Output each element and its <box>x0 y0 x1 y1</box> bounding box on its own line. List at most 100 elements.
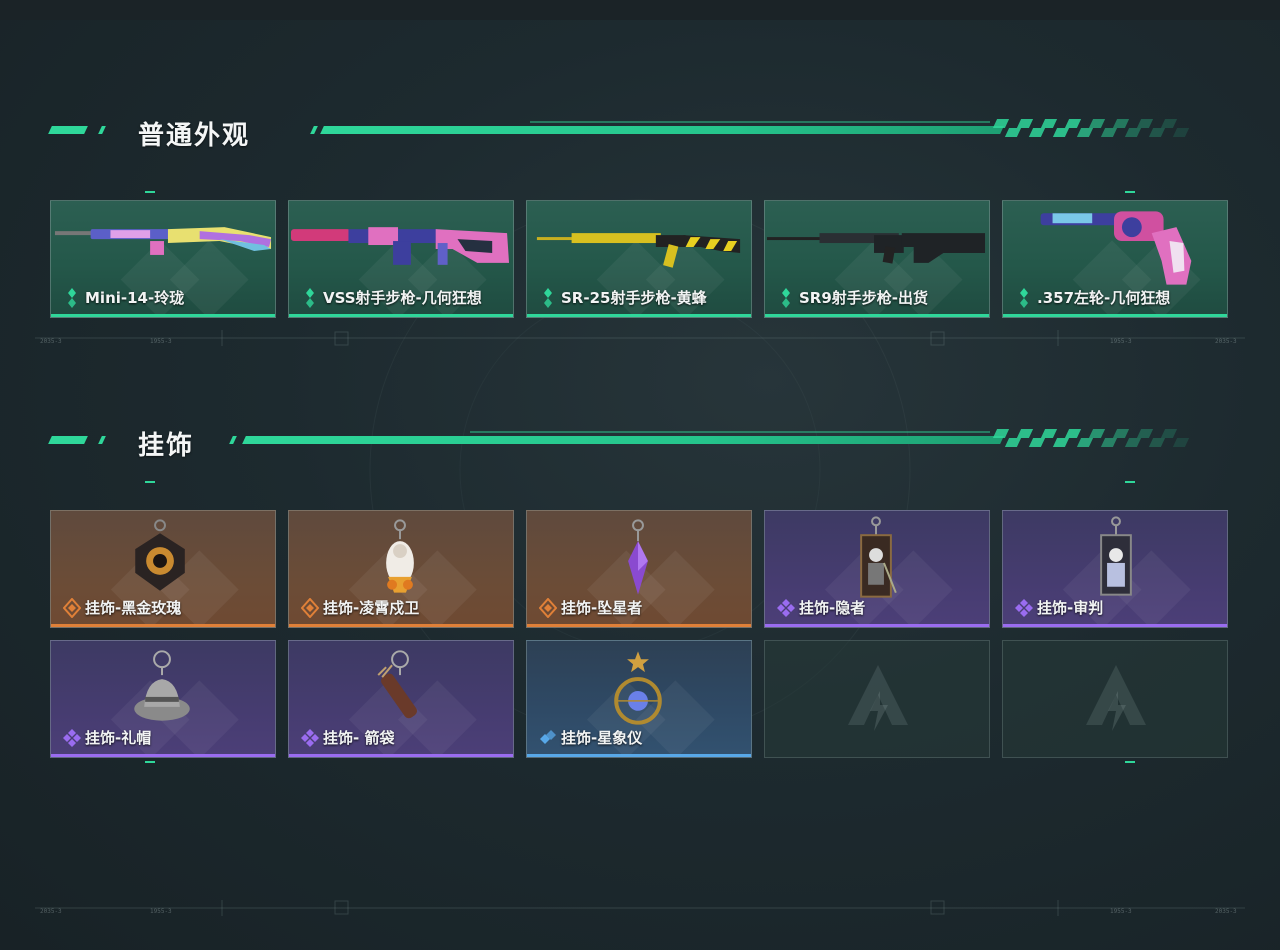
rarity-green-icon <box>306 288 314 308</box>
header-accent-line <box>320 126 1004 134</box>
rifle-sr9-icon <box>766 233 986 264</box>
skin-card[interactable]: SR-25射手步枪-黄蜂 <box>526 200 752 318</box>
section-title: 挂饰 <box>138 431 195 461</box>
rarity-green-icon <box>68 288 76 308</box>
corner-tick <box>145 761 155 763</box>
empty-slot-logo-icon <box>848 665 908 731</box>
rarity-underline <box>1003 624 1227 627</box>
empty-slot <box>1002 640 1228 758</box>
charm-name: 挂饰-礼帽 <box>85 729 152 747</box>
header-thin-line <box>470 431 990 433</box>
svg-text:2035-3: 2035-3 <box>1215 338 1237 345</box>
header-accent-line <box>242 436 1004 444</box>
svg-text:2035-3: 2035-3 <box>40 908 62 915</box>
charm-name: 挂饰-黑金玫瑰 <box>85 599 182 617</box>
rarity-underline <box>51 314 275 317</box>
skin-name: .357左轮-几何狂想 <box>1037 289 1171 307</box>
skin-name: VSS射手步枪-几何狂想 <box>323 289 482 307</box>
rarity-underline <box>527 624 751 627</box>
rarity-orange-icon <box>301 598 319 618</box>
empty-slot <box>764 640 990 758</box>
empty-slot-logo-icon <box>1086 665 1146 731</box>
charm-rose-icon <box>135 519 185 591</box>
charm-name: 挂饰-隐者 <box>799 599 866 617</box>
skin-card[interactable]: SR9射手步枪-出货 <box>764 200 990 318</box>
rarity-orange-icon <box>63 598 81 618</box>
rarity-green-icon <box>782 288 790 308</box>
svg-text:1955-3: 1955-3 <box>1110 338 1132 345</box>
charm-card[interactable]: 挂饰-星象仪 <box>526 640 752 758</box>
charm-name: 挂饰-审判 <box>1037 599 1104 617</box>
charm-tarot-judgement-icon <box>1100 516 1132 596</box>
rifle-sr25-icon <box>536 233 741 268</box>
charm-guard-icon <box>386 519 414 593</box>
header-accent-bar <box>98 126 106 134</box>
header-accent-bar <box>48 126 88 134</box>
revolver-357-icon <box>1040 211 1192 285</box>
charm-card[interactable]: 挂饰-坠星者 <box>526 510 752 628</box>
rarity-purple-icon <box>777 599 795 617</box>
charm-card[interactable]: 挂饰- 箭袋 <box>288 640 514 758</box>
skin-card[interactable]: .357左轮-几何狂想 <box>1002 200 1228 318</box>
rarity-underline <box>765 624 989 627</box>
rifle-mini14-icon <box>54 227 272 255</box>
corner-tick <box>1125 481 1135 483</box>
svg-text:1955-3: 1955-3 <box>1110 908 1132 915</box>
skin-card[interactable]: Mini-14-玲珑 <box>50 200 276 318</box>
rarity-underline <box>527 314 751 317</box>
corner-tick <box>1125 191 1135 193</box>
header-checker-pattern <box>992 119 1195 141</box>
skin-name: SR-25射手步枪-黄蜂 <box>561 289 707 307</box>
charm-name: 挂饰-凌霄戍卫 <box>323 599 420 617</box>
header-accent-bar <box>98 436 106 444</box>
skin-name: SR9射手步枪-出货 <box>799 289 929 307</box>
charm-card[interactable]: 挂饰-审判 <box>1002 510 1228 628</box>
corner-tick <box>1125 761 1135 763</box>
section-header-skins: 普通外观 <box>48 117 1200 151</box>
rifle-vss-icon <box>290 227 510 265</box>
charm-tarot-hermit-icon <box>860 516 897 598</box>
corner-tick <box>145 191 155 193</box>
rarity-underline <box>765 314 989 317</box>
rarity-underline <box>289 754 513 757</box>
rarity-underline <box>527 754 751 757</box>
rarity-underline <box>289 624 513 627</box>
header-accent-bar <box>48 436 88 444</box>
skin-name: Mini-14-玲珑 <box>85 289 185 307</box>
top-bar <box>0 0 1280 20</box>
rarity-purple-icon <box>1015 599 1033 617</box>
header-accent-bar <box>310 126 318 134</box>
rarity-green-icon <box>1020 288 1028 308</box>
skin-card[interactable]: VSS射手步枪-几何狂想 <box>288 200 514 318</box>
charm-card[interactable]: 挂饰-黑金玫瑰 <box>50 510 276 628</box>
header-accent-bar <box>229 436 237 444</box>
charm-astrolabe-icon <box>614 651 662 725</box>
rarity-underline <box>51 754 275 757</box>
rarity-green-icon <box>544 288 552 308</box>
svg-text:1955-3: 1955-3 <box>150 908 172 915</box>
section-header-charms: 挂饰 <box>48 427 1200 461</box>
charm-card[interactable]: 挂饰-凌霄戍卫 <box>288 510 514 628</box>
svg-text:2035-3: 2035-3 <box>40 338 62 345</box>
charm-crystal-icon <box>628 519 648 595</box>
charm-quiver-icon <box>377 650 417 719</box>
charm-name: 挂饰-坠星者 <box>561 599 643 617</box>
header-checker-pattern <box>992 429 1195 451</box>
corner-tick <box>145 481 155 483</box>
svg-text:1955-3: 1955-3 <box>150 338 172 345</box>
charm-card[interactable]: 挂饰-隐者 <box>764 510 990 628</box>
svg-text:2035-3: 2035-3 <box>1215 908 1237 915</box>
rarity-underline <box>1003 314 1227 317</box>
header-thin-line <box>530 121 990 123</box>
rarity-purple-icon <box>63 729 81 747</box>
charm-card[interactable]: 挂饰-礼帽 <box>50 640 276 758</box>
charm-name: 挂饰-星象仪 <box>561 729 643 747</box>
rarity-underline <box>51 624 275 627</box>
rarity-orange-icon <box>539 598 557 618</box>
charm-name: 挂饰- 箭袋 <box>323 729 395 747</box>
charm-hat-icon <box>134 650 190 721</box>
rarity-underline <box>289 314 513 317</box>
rarity-purple-icon <box>301 729 319 747</box>
section-title: 普通外观 <box>138 121 251 151</box>
rarity-blue-icon <box>540 730 556 744</box>
